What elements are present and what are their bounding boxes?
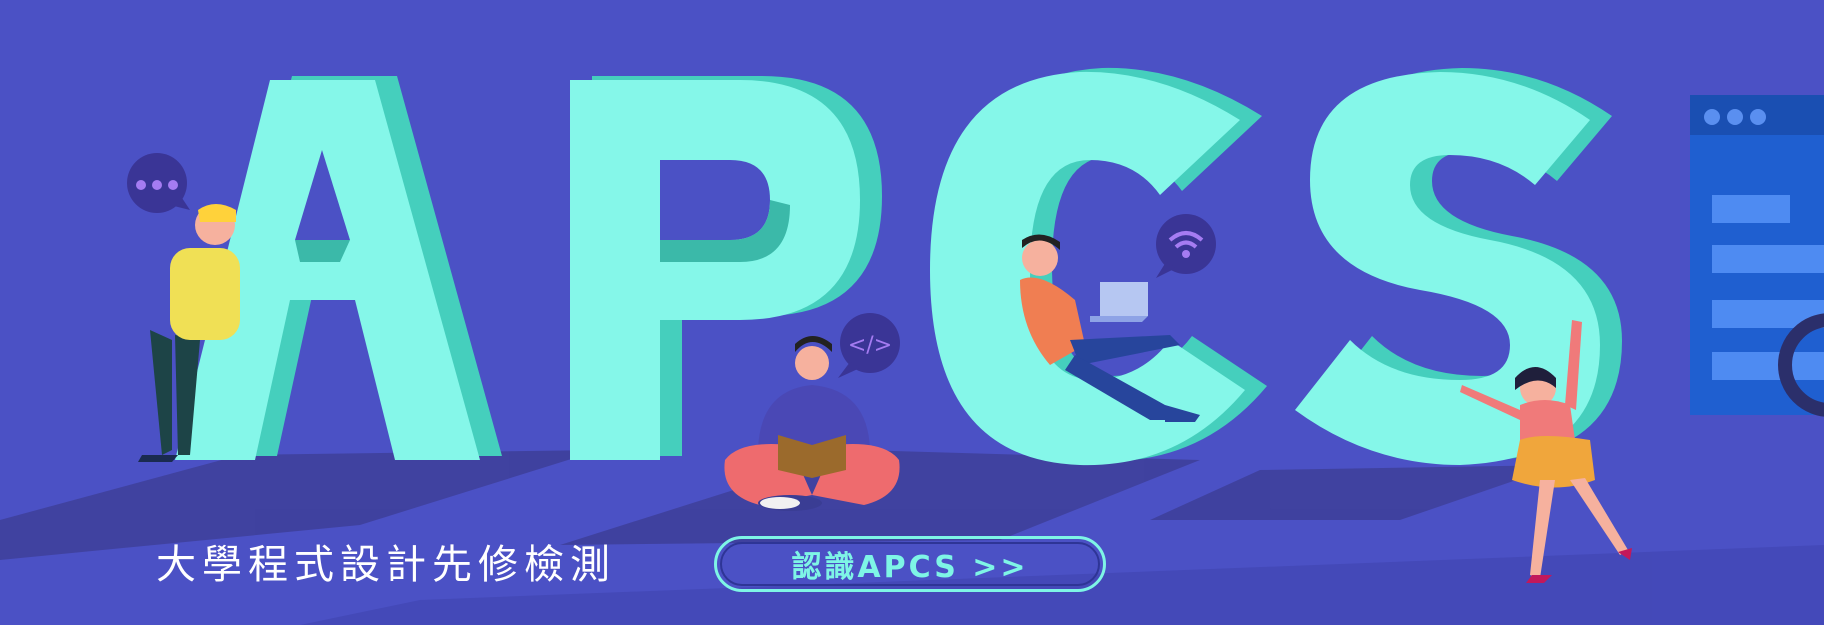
learn-apcs-label: 認識APCS >> xyxy=(791,550,1029,585)
laptop-icon xyxy=(1090,282,1148,322)
code-bubble-icon: </> xyxy=(838,313,900,378)
chat-bubble-icon xyxy=(127,153,190,213)
wifi-bubble-icon xyxy=(1156,214,1216,278)
learn-apcs-button[interactable]: 認識APCS >> xyxy=(714,536,1106,592)
browser-window-icon xyxy=(1690,95,1824,417)
apcs-hero-banner: </> 大學程式設計先修檢測 認識APCS >> xyxy=(0,0,1824,625)
hero-letter-c xyxy=(930,67,1267,466)
code-bubble-text: </> xyxy=(848,333,892,358)
page-subtitle: 大學程式設計先修檢測 xyxy=(156,542,616,588)
hero-illustration: </> xyxy=(0,67,1824,625)
